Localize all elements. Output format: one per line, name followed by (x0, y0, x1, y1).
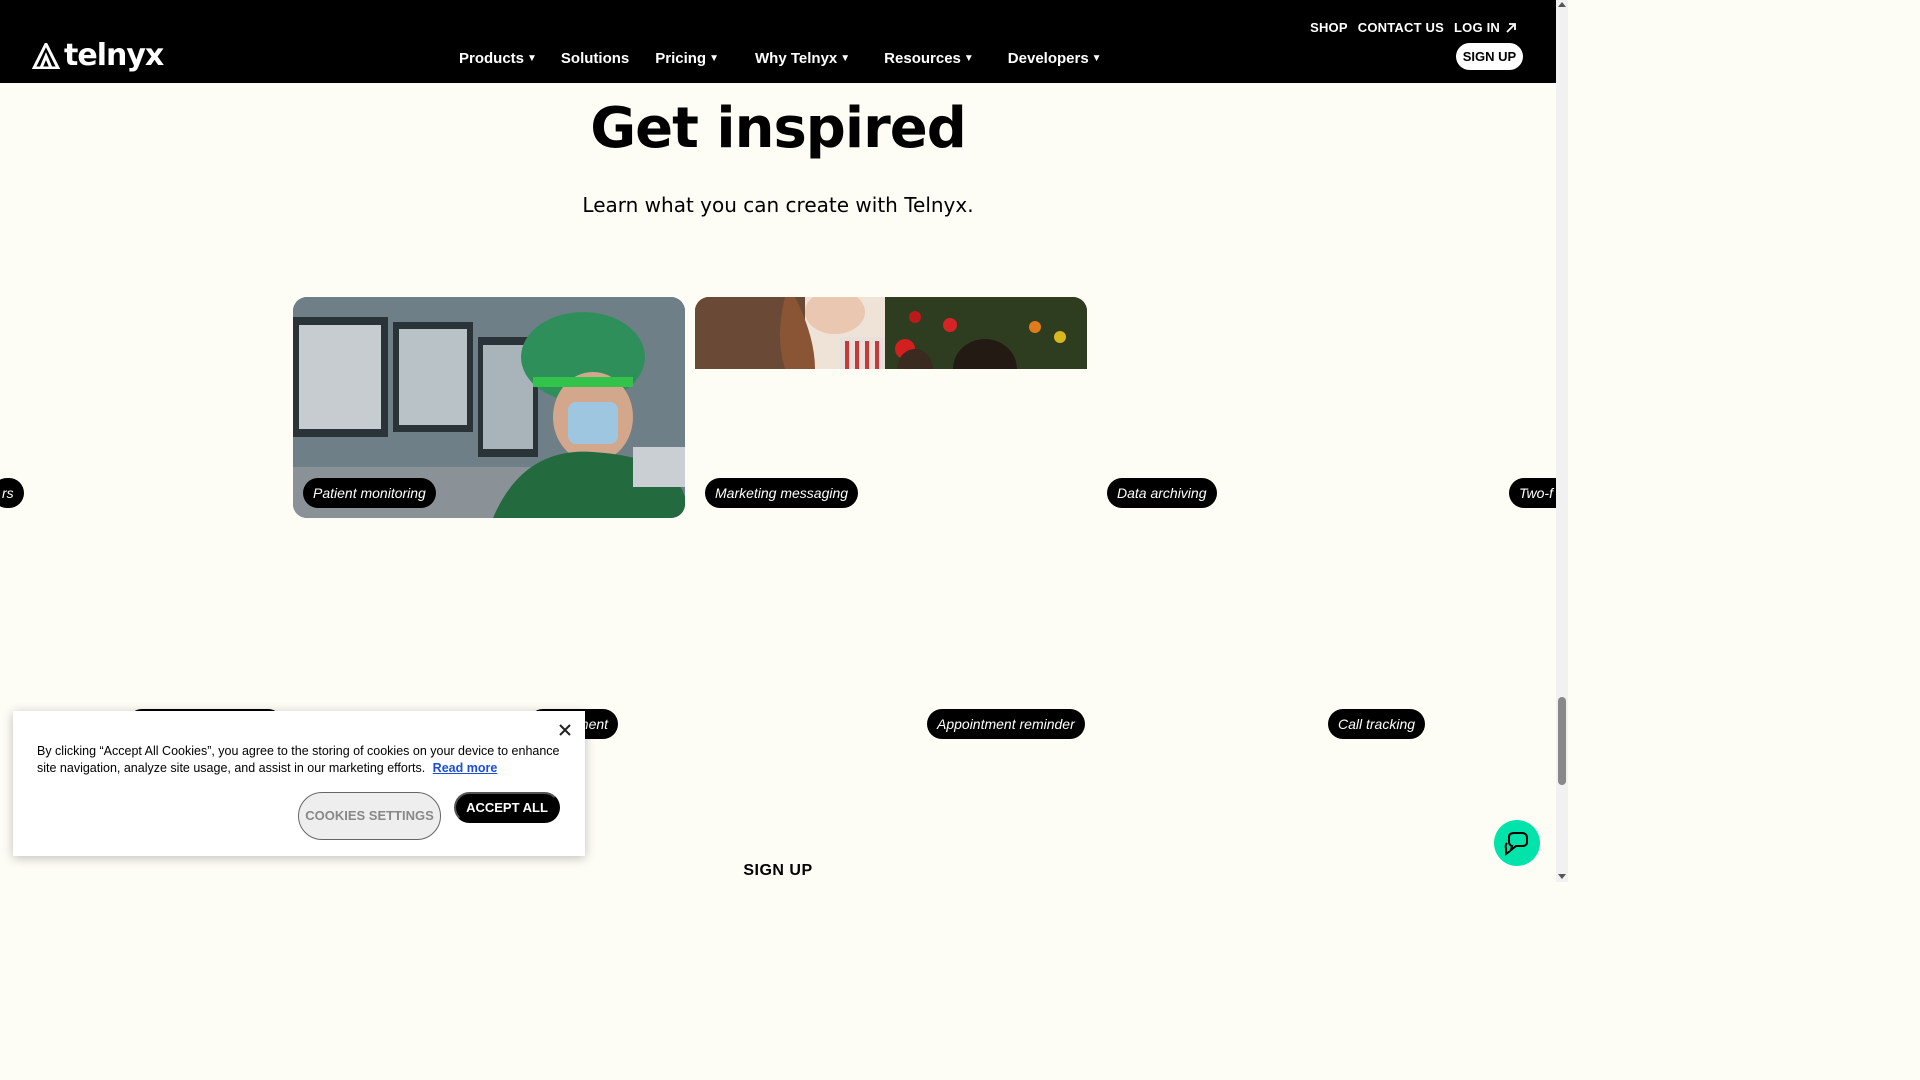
cookies-settings-button[interactable]: COOKIES SETTINGS (298, 792, 441, 840)
main-nav: Products ▼ Solutions Pricing ▼ Why Telny… (459, 50, 1126, 67)
nav-solutions-label: Solutions (560, 50, 630, 67)
card-label[interactable]: Data archiving (1107, 478, 1217, 508)
login-label: LOG IN (1454, 20, 1500, 35)
login-link[interactable]: LOG IN (1454, 20, 1516, 35)
caret-down-icon: ▼ (963, 53, 974, 64)
card-marketing-messaging[interactable]: Marketing messaging (695, 297, 1087, 518)
nav-solutions[interactable]: Solutions (561, 50, 629, 67)
page-title: Get inspired (590, 96, 967, 161)
caret-down-icon: ▼ (1091, 53, 1102, 64)
cookie-message: By clicking “Accept All Cookies”, you ag… (37, 743, 567, 777)
nav-products-label: Products (459, 50, 525, 67)
close-icon[interactable] (559, 719, 571, 742)
card-label[interactable]: rs (0, 478, 24, 508)
read-more-link[interactable]: Read more (433, 761, 498, 775)
nav-developers-label: Developers (1007, 50, 1089, 67)
arrow-up-right-icon (1506, 22, 1516, 33)
nav-why-telnyx-label: Why Telnyx (755, 50, 838, 67)
scroll-up-arrow-icon[interactable] (1558, 2, 1566, 7)
nav-resources[interactable]: Resources ▼ (884, 50, 974, 67)
chat-button[interactable] (1494, 820, 1540, 866)
page-scrollbar[interactable] (1556, 0, 1568, 882)
logo-text: telnyx (64, 38, 164, 73)
accept-all-button[interactable]: ACCEPT ALL (454, 792, 560, 823)
cookie-banner: By clicking “Accept All Cookies”, you ag… (13, 711, 585, 856)
shop-link[interactable]: SHOP (1310, 20, 1348, 35)
contact-us-link[interactable]: CONTACT US (1358, 20, 1444, 35)
nav-why-telnyx[interactable]: Why Telnyx ▼ (755, 50, 850, 67)
chat-icon (1504, 832, 1528, 856)
telnyx-logo[interactable]: telnyx (32, 38, 164, 73)
card-label[interactable]: Appointment reminder (927, 709, 1085, 739)
header-signup-button[interactable]: SIGN UP (1456, 43, 1523, 70)
caret-down-icon: ▼ (527, 53, 537, 64)
card-label: Patient monitoring (303, 478, 436, 508)
utility-links: SHOP CONTACT US LOG IN (1310, 20, 1516, 35)
card-label[interactable]: Two-f (1509, 478, 1563, 508)
card-label[interactable]: Call tracking (1328, 709, 1426, 739)
nav-pricing-label: Pricing (655, 50, 707, 67)
card-patient-monitoring[interactable]: Patient monitoring (293, 297, 685, 518)
site-header: telnyx SHOP CONTACT US LOG IN Products ▼… (0, 0, 1556, 83)
scroll-thumb[interactable] (1558, 697, 1566, 785)
nav-resources-label: Resources (884, 50, 961, 67)
caret-down-icon: ▼ (840, 53, 851, 64)
nav-developers[interactable]: Developers ▼ (1008, 50, 1102, 67)
page-subtitle: Learn what you can create with Telnyx. (582, 193, 974, 217)
scroll-down-arrow-icon[interactable] (1558, 874, 1566, 879)
telnyx-logo-icon (32, 42, 60, 69)
nav-pricing[interactable]: Pricing ▼ (655, 50, 719, 67)
bottom-signup-link[interactable]: SIGN UP (0, 862, 1556, 880)
nav-products[interactable]: Products ▼ (459, 50, 537, 67)
caret-down-icon: ▼ (709, 53, 720, 64)
card-label: Marketing messaging (705, 478, 859, 508)
marketing-messaging-image (695, 297, 1087, 369)
